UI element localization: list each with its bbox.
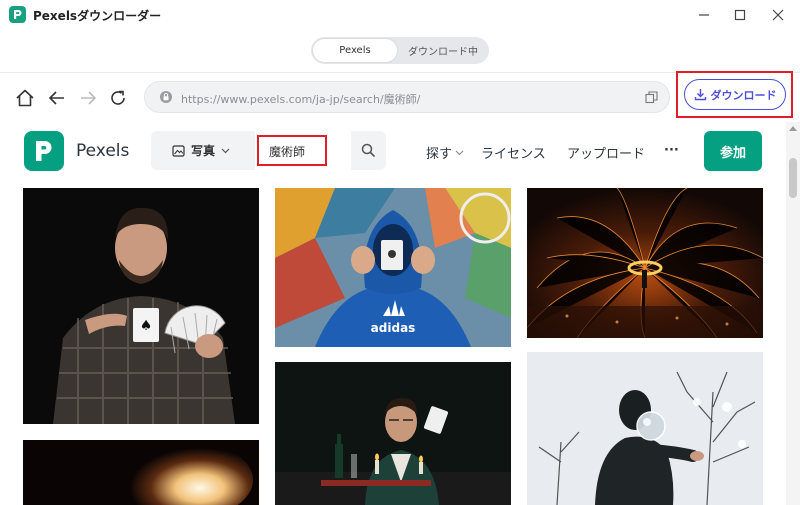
- lock-icon: [160, 91, 172, 103]
- photo-magician-cards[interactable]: ♠: [23, 188, 259, 424]
- download-button-label: ダウンロード: [710, 88, 777, 102]
- maximize-button[interactable]: [728, 4, 752, 26]
- photo-fire-breath[interactable]: [23, 440, 259, 505]
- search-type-label: 写真: [190, 144, 215, 158]
- photo-man-table-cards[interactable]: [275, 362, 511, 505]
- nav-explore[interactable]: 探す: [426, 143, 464, 162]
- close-icon: [772, 9, 784, 21]
- window-titlebar: Pexelsダウンローダー: [0, 0, 800, 30]
- pexels-logo-icon: [36, 141, 52, 161]
- scrollbar-thumb[interactable]: [789, 158, 797, 198]
- search-button[interactable]: [351, 131, 386, 170]
- pexels-logo[interactable]: [24, 131, 64, 171]
- refresh-icon: [111, 90, 125, 105]
- mode-tab-group: Pexels ダウンロード中: [311, 37, 489, 64]
- pexels-wordmark[interactable]: Pexels: [76, 141, 129, 161]
- forward-button[interactable]: [75, 85, 101, 111]
- back-button[interactable]: [44, 85, 70, 111]
- hoodie-brand-text: adidas: [371, 321, 416, 335]
- back-icon: [48, 91, 64, 105]
- download-icon: [694, 89, 706, 101]
- photo-steel-wool-sparks[interactable]: [527, 188, 763, 338]
- home-button[interactable]: [12, 85, 38, 111]
- app-logo-icon: [9, 6, 26, 23]
- maximize-icon: [734, 9, 746, 21]
- minimize-icon: [699, 14, 709, 16]
- chevron-down-icon: [455, 150, 464, 155]
- nav-upload[interactable]: アップロード: [567, 143, 645, 162]
- join-button[interactable]: 参加: [704, 131, 762, 171]
- search-icon: [361, 143, 376, 158]
- tab-downloading[interactable]: ダウンロード中: [399, 39, 487, 62]
- photo-hoodie-cards[interactable]: adidas: [275, 188, 511, 347]
- search-type-select[interactable]: 写真: [151, 131, 251, 170]
- url-text[interactable]: https://www.pexels.com/ja-jp/search/魔術師/: [181, 91, 420, 107]
- download-button[interactable]: ダウンロード: [684, 79, 786, 110]
- tab-pexels[interactable]: Pexels: [313, 39, 397, 62]
- nav-license[interactable]: ライセンス: [481, 143, 546, 162]
- search-highlight-box: [257, 135, 327, 166]
- close-button[interactable]: [766, 4, 790, 26]
- home-icon: [16, 89, 34, 107]
- minimize-button[interactable]: [692, 4, 716, 26]
- forward-icon: [81, 91, 97, 105]
- svg-text:♠: ♠: [140, 318, 153, 334]
- webpage-view: Pexels 写真 魔術師 探す ライセンス アップロード ··· 参加 ♠ a…: [0, 122, 800, 505]
- chevron-down-icon: [221, 148, 230, 153]
- more-menu-button[interactable]: ···: [664, 143, 679, 158]
- copy-icon[interactable]: [645, 91, 658, 104]
- url-bar[interactable]: https://www.pexels.com/ja-jp/search/魔術師/: [144, 81, 670, 113]
- image-icon: [172, 144, 185, 157]
- scroll-up-icon[interactable]: [789, 126, 797, 131]
- nav-explore-label: 探す: [426, 147, 453, 162]
- site-header: Pexels 写真 魔術師 探す ライセンス アップロード ··· 参加: [0, 122, 786, 184]
- photo-snow-crystal-ball[interactable]: [527, 352, 763, 505]
- app-title: Pexelsダウンローダー: [33, 9, 162, 23]
- refresh-button[interactable]: [105, 85, 131, 111]
